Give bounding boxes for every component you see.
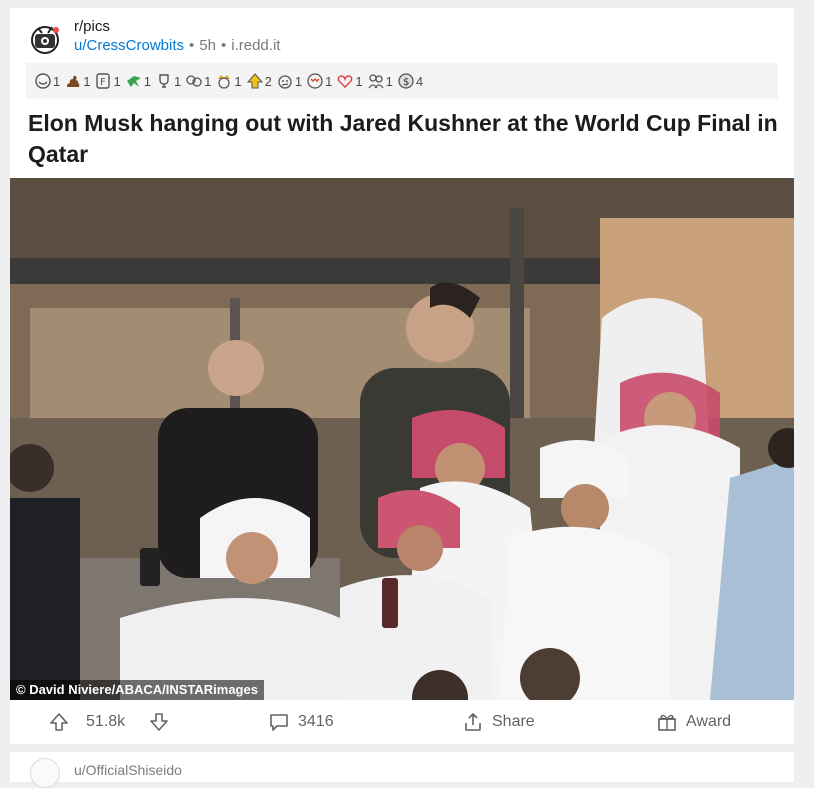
award-f-respects[interactable]: F 1 [94, 72, 121, 90]
poop-icon [67, 75, 80, 87]
share-icon [465, 713, 481, 731]
action-bar: 51.8k 3416 Share Award [10, 702, 794, 742]
award-love-face[interactable]: 1 [336, 72, 363, 90]
comment-bubble-icon [270, 714, 288, 731]
comments-button[interactable]: 3416 [268, 710, 334, 734]
award-dollar-coin[interactable]: $ 4 [397, 72, 423, 90]
award-count: 1 [113, 73, 121, 89]
downvote-arrow-icon [150, 713, 168, 731]
separator-dot: • [189, 37, 195, 54]
award-count: 1 [143, 73, 151, 89]
subreddit-name[interactable]: r/pics [74, 18, 110, 35]
award-heart-eyes[interactable]: 1 [306, 72, 332, 90]
award-upvote-star[interactable]: 2 [246, 72, 272, 90]
comment-count: 3416 [298, 713, 334, 730]
award-bird[interactable]: 1 [125, 72, 151, 90]
award-count: 1 [83, 73, 91, 89]
laughing-face-icon [35, 73, 51, 89]
award-laughing[interactable]: 1 [34, 72, 60, 90]
award-count: 2 [264, 73, 272, 89]
upvote-arrow-icon [50, 713, 68, 731]
award-count: 1 [385, 73, 393, 89]
award-label: Award [686, 713, 732, 730]
awards-bar[interactable]: 1 1 F 1 1 1 1 1 2 1 1 1 1 $ 4 [26, 63, 778, 99]
bird-icon [126, 76, 141, 87]
award-crown-face[interactable]: 1 [215, 72, 242, 90]
svg-text:F: F [100, 77, 106, 88]
award-count: 1 [325, 73, 333, 89]
post-header: r/pics u/CressCrowbits • 5h • i.redd.it [26, 14, 726, 58]
post-image[interactable]: © David Niviere/ABACA/INSTARimages [10, 178, 794, 700]
post-meta: u/CressCrowbits • 5h • i.redd.it [74, 37, 280, 54]
svg-text:$: $ [403, 77, 409, 88]
share-button[interactable]: Share [462, 710, 535, 734]
award-count: 1 [234, 73, 242, 89]
love-face-icon [337, 75, 353, 88]
post-age: 5h [199, 37, 216, 54]
award-count: 1 [173, 73, 182, 89]
separator-dot: • [220, 37, 227, 54]
crown-face-icon [218, 75, 231, 89]
dollar-coin-icon: $ [398, 73, 414, 89]
award-two-faces[interactable]: 1 [185, 72, 211, 90]
f-respects-icon: F [96, 73, 111, 89]
trophy-icon [159, 74, 169, 88]
confused-face-icon [278, 75, 292, 89]
post-title[interactable]: Elon Musk hanging out with Jared Kushner… [28, 108, 788, 170]
share-label: Share [492, 713, 535, 730]
upvote-button[interactable] [48, 710, 78, 734]
vote-score: 51.8k [86, 713, 126, 730]
award-count: 1 [294, 73, 303, 89]
post-domain[interactable]: i.redd.it [231, 37, 280, 54]
award-count: 1 [53, 73, 61, 89]
award-count: 1 [355, 73, 363, 89]
award-poop[interactable]: 1 [64, 72, 90, 90]
award-button[interactable]: Award [656, 710, 731, 734]
gift-icon [658, 714, 676, 731]
downvote-button[interactable] [148, 710, 178, 734]
upvote-star-icon [246, 73, 263, 89]
next-post-card[interactable]: u/OfficialShiseido [10, 752, 794, 788]
heart-eyes-icon [307, 73, 323, 89]
award-count: 4 [415, 73, 424, 89]
post-card: r/pics u/CressCrowbits • 5h • i.redd.it 1 1 … [10, 8, 794, 744]
next-post-avatar[interactable] [30, 758, 60, 788]
next-post-username[interactable]: u/OfficialShiseido [74, 762, 182, 778]
two-faces-icon [186, 75, 202, 87]
award-trophy[interactable]: 1 [155, 72, 181, 90]
stadium-photo [10, 178, 794, 700]
subreddit-avatar-icon[interactable] [26, 20, 64, 58]
award-confused[interactable]: 1 [276, 72, 302, 90]
image-credit: © David Niviere/ABACA/INSTARimages [10, 680, 264, 700]
people-icon [368, 74, 384, 89]
author-link[interactable]: u/CressCrowbits [74, 37, 184, 54]
award-people[interactable]: 1 [367, 72, 393, 90]
award-count: 1 [204, 73, 212, 89]
